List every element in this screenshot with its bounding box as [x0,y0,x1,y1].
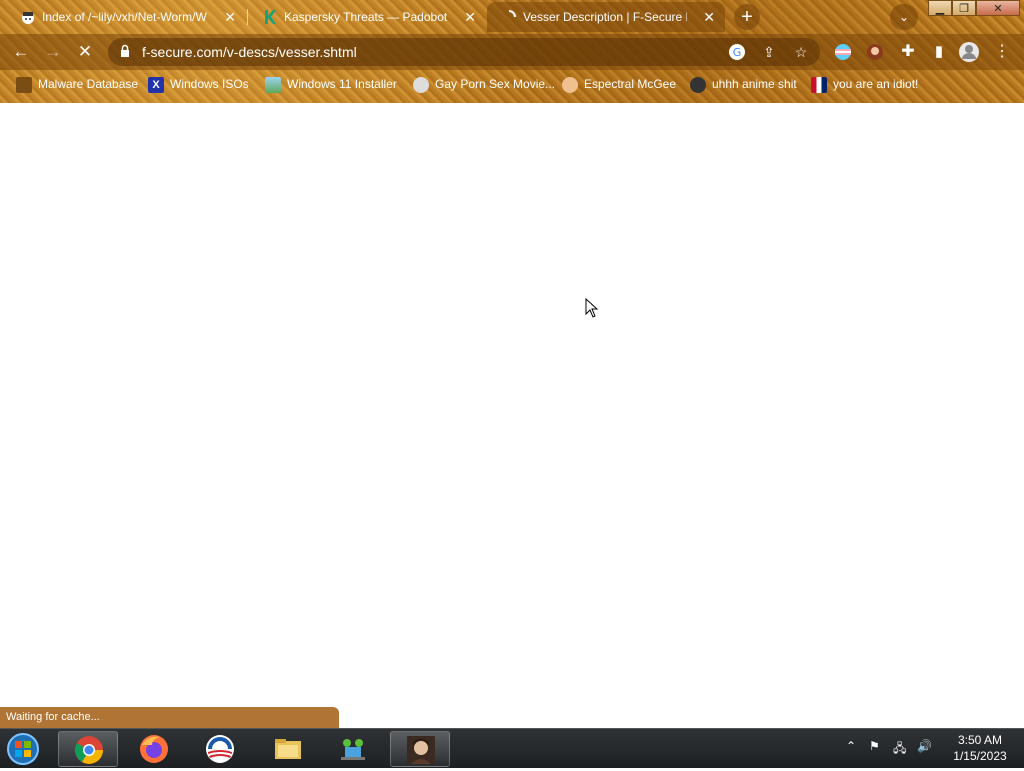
bookmark-label: you are an idiot! [833,77,919,91]
bookmark-label: Espectral McGee [584,77,677,91]
start-button[interactable] [6,732,46,766]
address-bar[interactable]: f-secure.com/v-descs/vesser.shtml G ⇪ ☆ [108,38,820,66]
hat-icon [22,12,34,24]
show-hidden-icons-chevron-icon[interactable]: ⌃ [846,739,856,753]
clock-time: 3:50 AM [957,733,1003,747]
browser-toolbar: ← → ✕ f-secure.com/v-descs/vesser.shtml … [0,34,1024,70]
windows-orb-icon [7,733,39,765]
portrait-icon [407,736,435,764]
loading-spinner-icon [508,10,516,18]
close-icon: ✕ [993,3,1003,15]
arrow-left-icon: ← [12,42,30,61]
share-icon[interactable]: ⇪ [760,43,778,61]
taskbar-portrait[interactable] [390,731,450,767]
taskbar-file-explorer[interactable] [258,731,318,767]
stop-icon: ✕ [77,42,93,61]
kaspersky-k-icon [265,10,276,24]
minimize-button[interactable]: ▁ [928,0,952,16]
profile-avatar-icon[interactable] [958,41,980,63]
face-icon [562,76,578,93]
chevron-down-icon: ⌄ [898,10,910,24]
tab-strip: Index of /~lily/vxh/Net-Worm/W ✕ Kaspers… [0,0,1024,34]
close-tab-icon[interactable]: ✕ [464,2,476,32]
tab-title: Vesser Description | F-Secure La [523,10,687,24]
bookmark-label: Windows ISOs [170,77,249,91]
mouse-cursor-icon [585,298,599,318]
tab-kaspersky[interactable]: Kaspersky Threats — Padobot ✕ [248,2,486,32]
tab-title: Kaspersky Threats — Padobot [284,10,448,24]
restore-icon: ❐ [959,3,969,15]
page-content [0,103,1024,728]
action-center-flag-icon[interactable]: ⚑ [869,739,880,753]
bookmarks-bar: Malware Database X Windows ISOs Windows 1… [0,72,1024,96]
back-button[interactable]: ← [8,39,34,65]
volume-icon[interactable]: 🔊 [917,739,932,753]
browser-chrome: Index of /~lily/vxh/Net-Worm/W ✕ Kaspers… [0,0,1024,103]
tab-index-lily[interactable]: Index of /~lily/vxh/Net-Worm/W ✕ [6,2,246,32]
restore-button[interactable]: ❐ [952,0,976,16]
tab-title: Index of /~lily/vxh/Net-Worm/W [42,10,207,24]
avatar-extension-icon[interactable] [866,43,884,61]
x-logo-icon: X [148,76,164,93]
status-bubble: Waiting for cache... [0,707,339,728]
stop-loading-button[interactable]: ✕ [72,39,98,65]
star-icon[interactable]: ☆ [792,43,810,61]
bookmark-espectral-mcgee[interactable]: Espectral McGee [562,72,676,96]
kebab-menu-icon[interactable]: ⋮ [992,39,1012,65]
trans-flag-extension-icon[interactable] [834,43,852,61]
bookmark-icon [16,76,32,93]
close-tab-icon[interactable]: ✕ [224,2,236,32]
taskbar-firefox[interactable] [124,731,184,767]
bookmark-label: Gay Porn Sex Movie... [435,77,556,91]
new-tab-button[interactable]: + [734,4,760,30]
bookmark-label: Malware Database [38,77,139,91]
svg-text:G: G [733,46,742,59]
clock-date: 1/15/2023 [953,749,1007,763]
tab-search-button[interactable]: ⌄ [890,4,918,30]
tab-vesser[interactable]: Vesser Description | F-Secure La ✕ [487,2,725,32]
puzzle-extensions-icon[interactable]: ✚ [897,39,919,65]
union-flag-icon [811,76,827,93]
taskbar-network-people[interactable] [323,731,383,767]
taskbar-chrome[interactable] [58,731,118,767]
bookmark-label: uhhh anime shit [712,77,797,91]
people-network-icon [341,739,365,760]
chrome-icon [75,736,103,764]
forward-button[interactable]: → [40,39,66,65]
arrow-right-icon: → [44,42,62,61]
url-text[interactable]: f-secure.com/v-descs/vesser.shtml [142,38,357,66]
minimize-icon: ▁ [935,3,945,15]
bookmark-windows-isos[interactable]: X Windows ISOs [148,72,249,96]
network-icon[interactable]: 🖧 [893,739,906,760]
firefox-icon [140,735,168,763]
lock-icon [121,44,129,57]
taskbar-obama-logo[interactable] [190,731,250,767]
bookmark-malware-database[interactable]: Malware Database [16,72,138,96]
system-clock[interactable]: 3:50 AM 1/15/2023 [940,732,1020,764]
close-tab-icon[interactable]: ✕ [703,2,715,32]
folder-icon [275,739,301,759]
anime-face-icon [690,76,706,93]
bookmark-label: Windows 11 Installer [287,77,397,91]
obama-logo-icon [206,735,234,763]
close-window-button[interactable]: ✕ [976,0,1020,16]
bookmark-movie[interactable]: Gay Porn Sex Movie... [413,72,555,96]
bookmark-you-are-an-idiot[interactable]: you are an idiot! [811,72,918,96]
bookmark-windows-11-installer[interactable]: Windows 11 Installer [265,72,397,96]
landscape-image-icon [265,76,281,93]
side-panel-icon[interactable]: ▮ [928,39,950,65]
taskbar: ⌃ ⚑ 🖧 🔊 3:50 AM 1/15/2023 [0,728,1024,768]
bookmark-anime[interactable]: uhhh anime shit [690,72,797,96]
hat-icon [413,76,429,93]
google-lens-icon[interactable]: G [728,43,746,61]
